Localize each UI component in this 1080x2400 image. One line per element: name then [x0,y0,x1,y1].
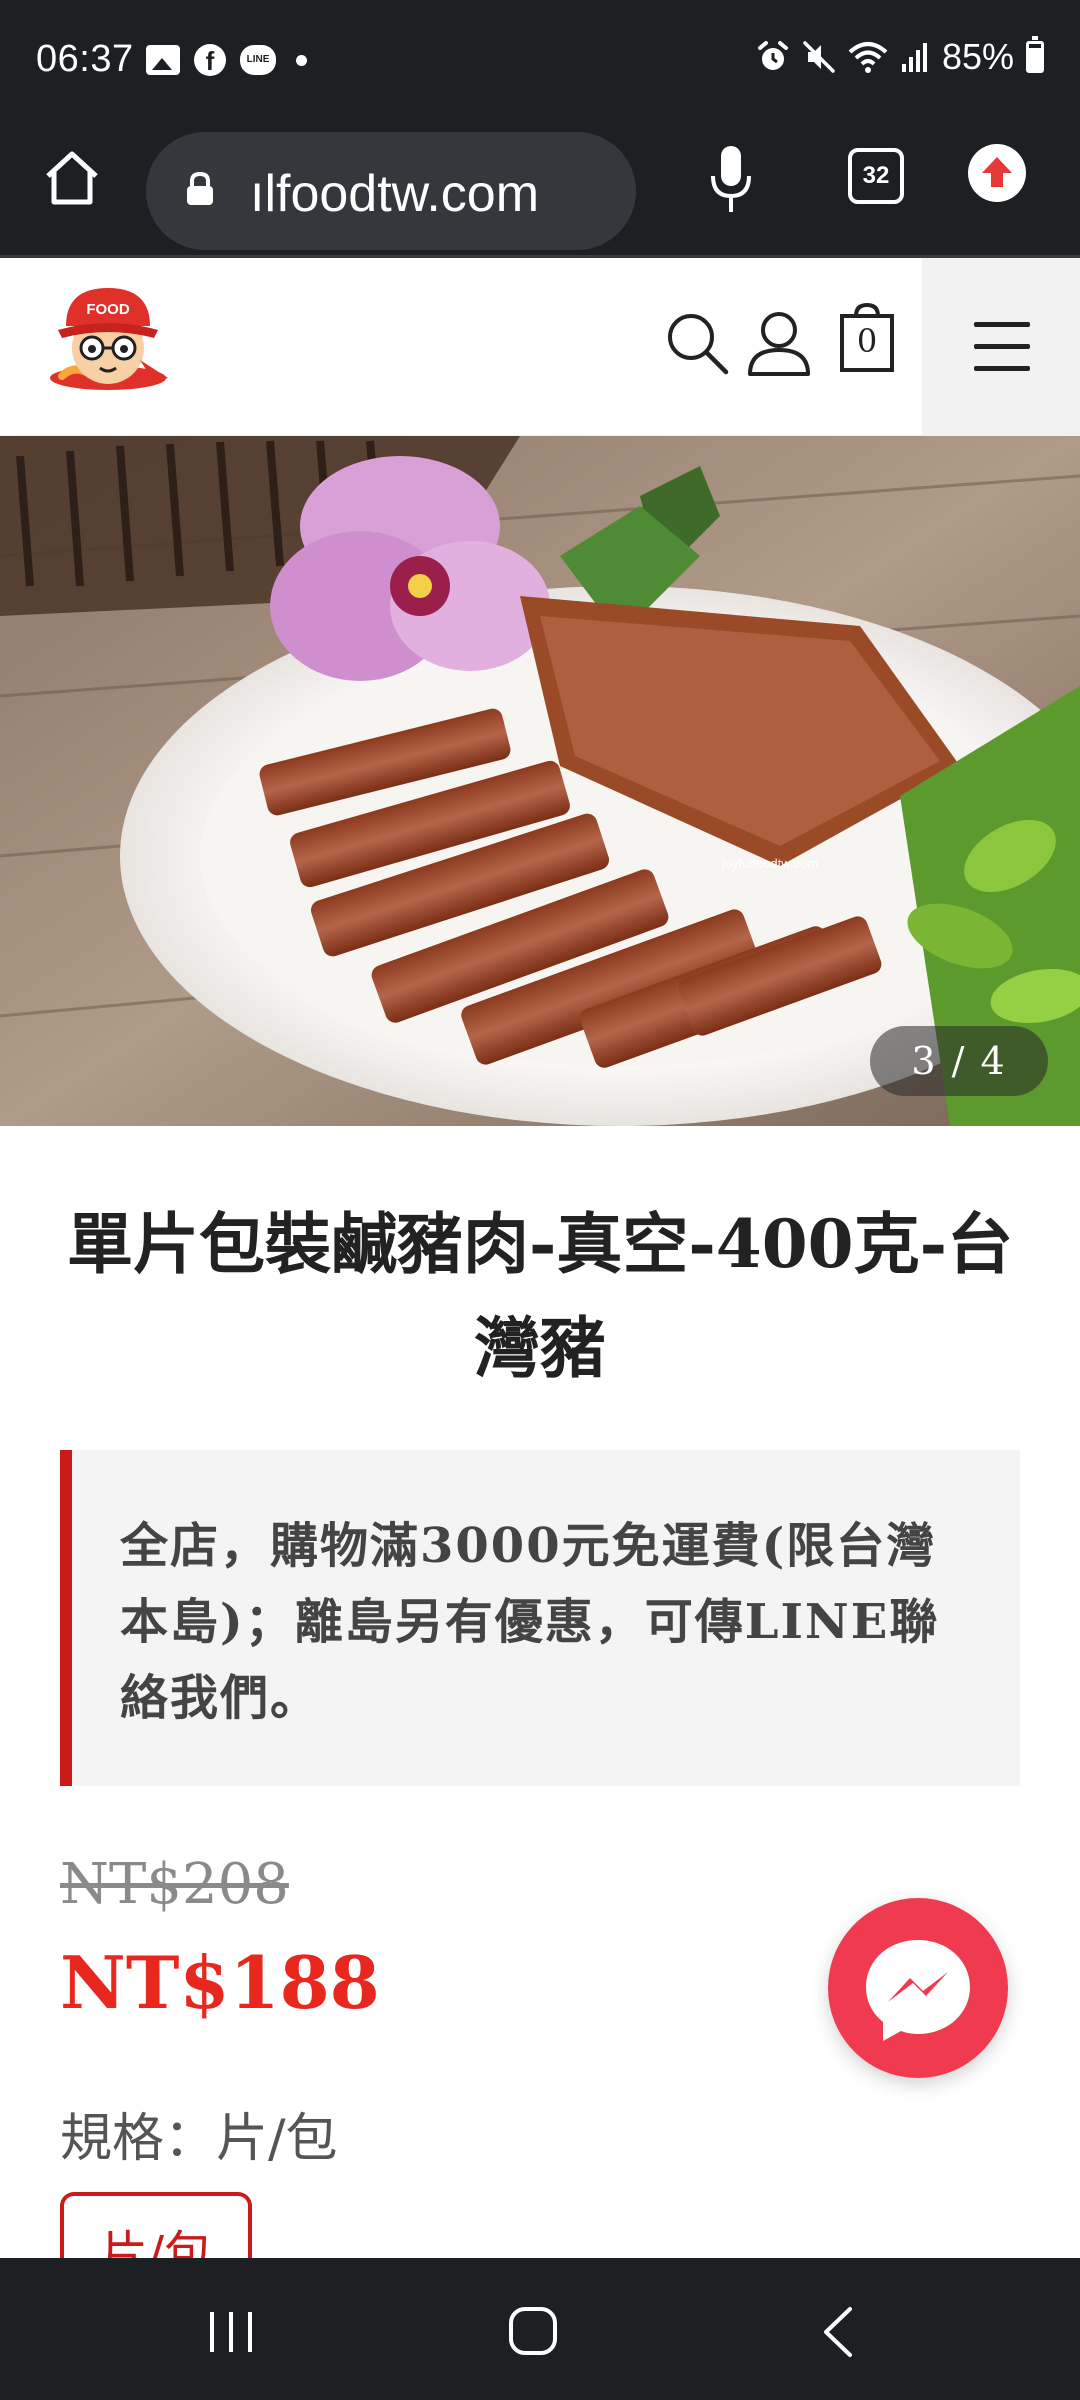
status-bar: 06:37 f LINE 85% [0,0,1080,120]
user-icon[interactable] [746,308,812,378]
hamburger-menu-icon[interactable] [922,258,1080,436]
site-logo[interactable]: FOOD [44,278,174,398]
site-header: FOOD 0 [0,258,1080,436]
browser-toolbar: ılfoodtw.com 32 [0,120,1080,258]
cart-button[interactable]: 0 [838,302,896,374]
system-navigation-bar [0,2258,1080,2400]
recent-apps-icon[interactable] [206,2310,256,2354]
home-icon[interactable] [40,146,104,210]
gallery-icon [146,45,180,75]
more-notifications-dot [296,54,307,66]
image-watermark: joyfulfoodtw.com [721,856,818,871]
status-time: 06:37 [36,38,134,80]
product-title: 單片包裝鹹豬肉-真空-400克-台灣豬 [67,1205,1013,1387]
system-icons: 85% [756,36,1044,78]
mute-icon [803,41,835,73]
line-icon: LINE [240,45,276,75]
messenger-chat-button[interactable] [828,1898,1008,2078]
battery-percentage: 85% [941,36,1014,77]
home-button-icon[interactable] [508,2306,558,2356]
update-icon[interactable] [968,144,1026,202]
address-bar[interactable]: ılfoodtw.com [146,132,636,250]
shipping-notice: 全店，購物滿3000元免運費(限台灣本島)；離島另有優惠，可傳LINE聯絡我們。 [60,1450,1020,1786]
spec-label: 規格：片/包 [60,2109,338,2169]
sale-price: NT$188 [60,1940,380,2025]
logo-text: FOOD [86,301,129,318]
url-text: ılfoodtw.com [250,165,540,223]
spec-option-button[interactable]: 片/包 [60,2192,252,2262]
signal-icon [901,43,927,72]
original-price: NT$208 [60,1852,289,1917]
cart-count: 0 [856,322,878,360]
shipping-notice-text: 全店，購物滿3000元免運費(限台灣本島)；離島另有優惠，可傳LINE聯絡我們。 [120,1518,940,1726]
search-icon[interactable] [664,310,730,376]
product-image-carousel[interactable]: joyfulfoodtw.com 3 / 4 [0,436,1080,1126]
facebook-icon: f [194,44,226,76]
tabs-button[interactable]: 32 [848,148,904,204]
battery-icon [1026,36,1044,73]
product-photo: joyfulfoodtw.com [0,436,1080,1126]
notification-icons: f LINE [146,44,307,76]
mic-icon[interactable] [706,140,756,220]
messenger-icon [866,1940,970,2041]
slide-counter: 3 / 4 [870,1026,1048,1096]
lock-icon [187,172,213,205]
wifi-icon [848,42,888,73]
back-icon[interactable] [820,2306,856,2358]
alarm-icon [757,41,788,70]
